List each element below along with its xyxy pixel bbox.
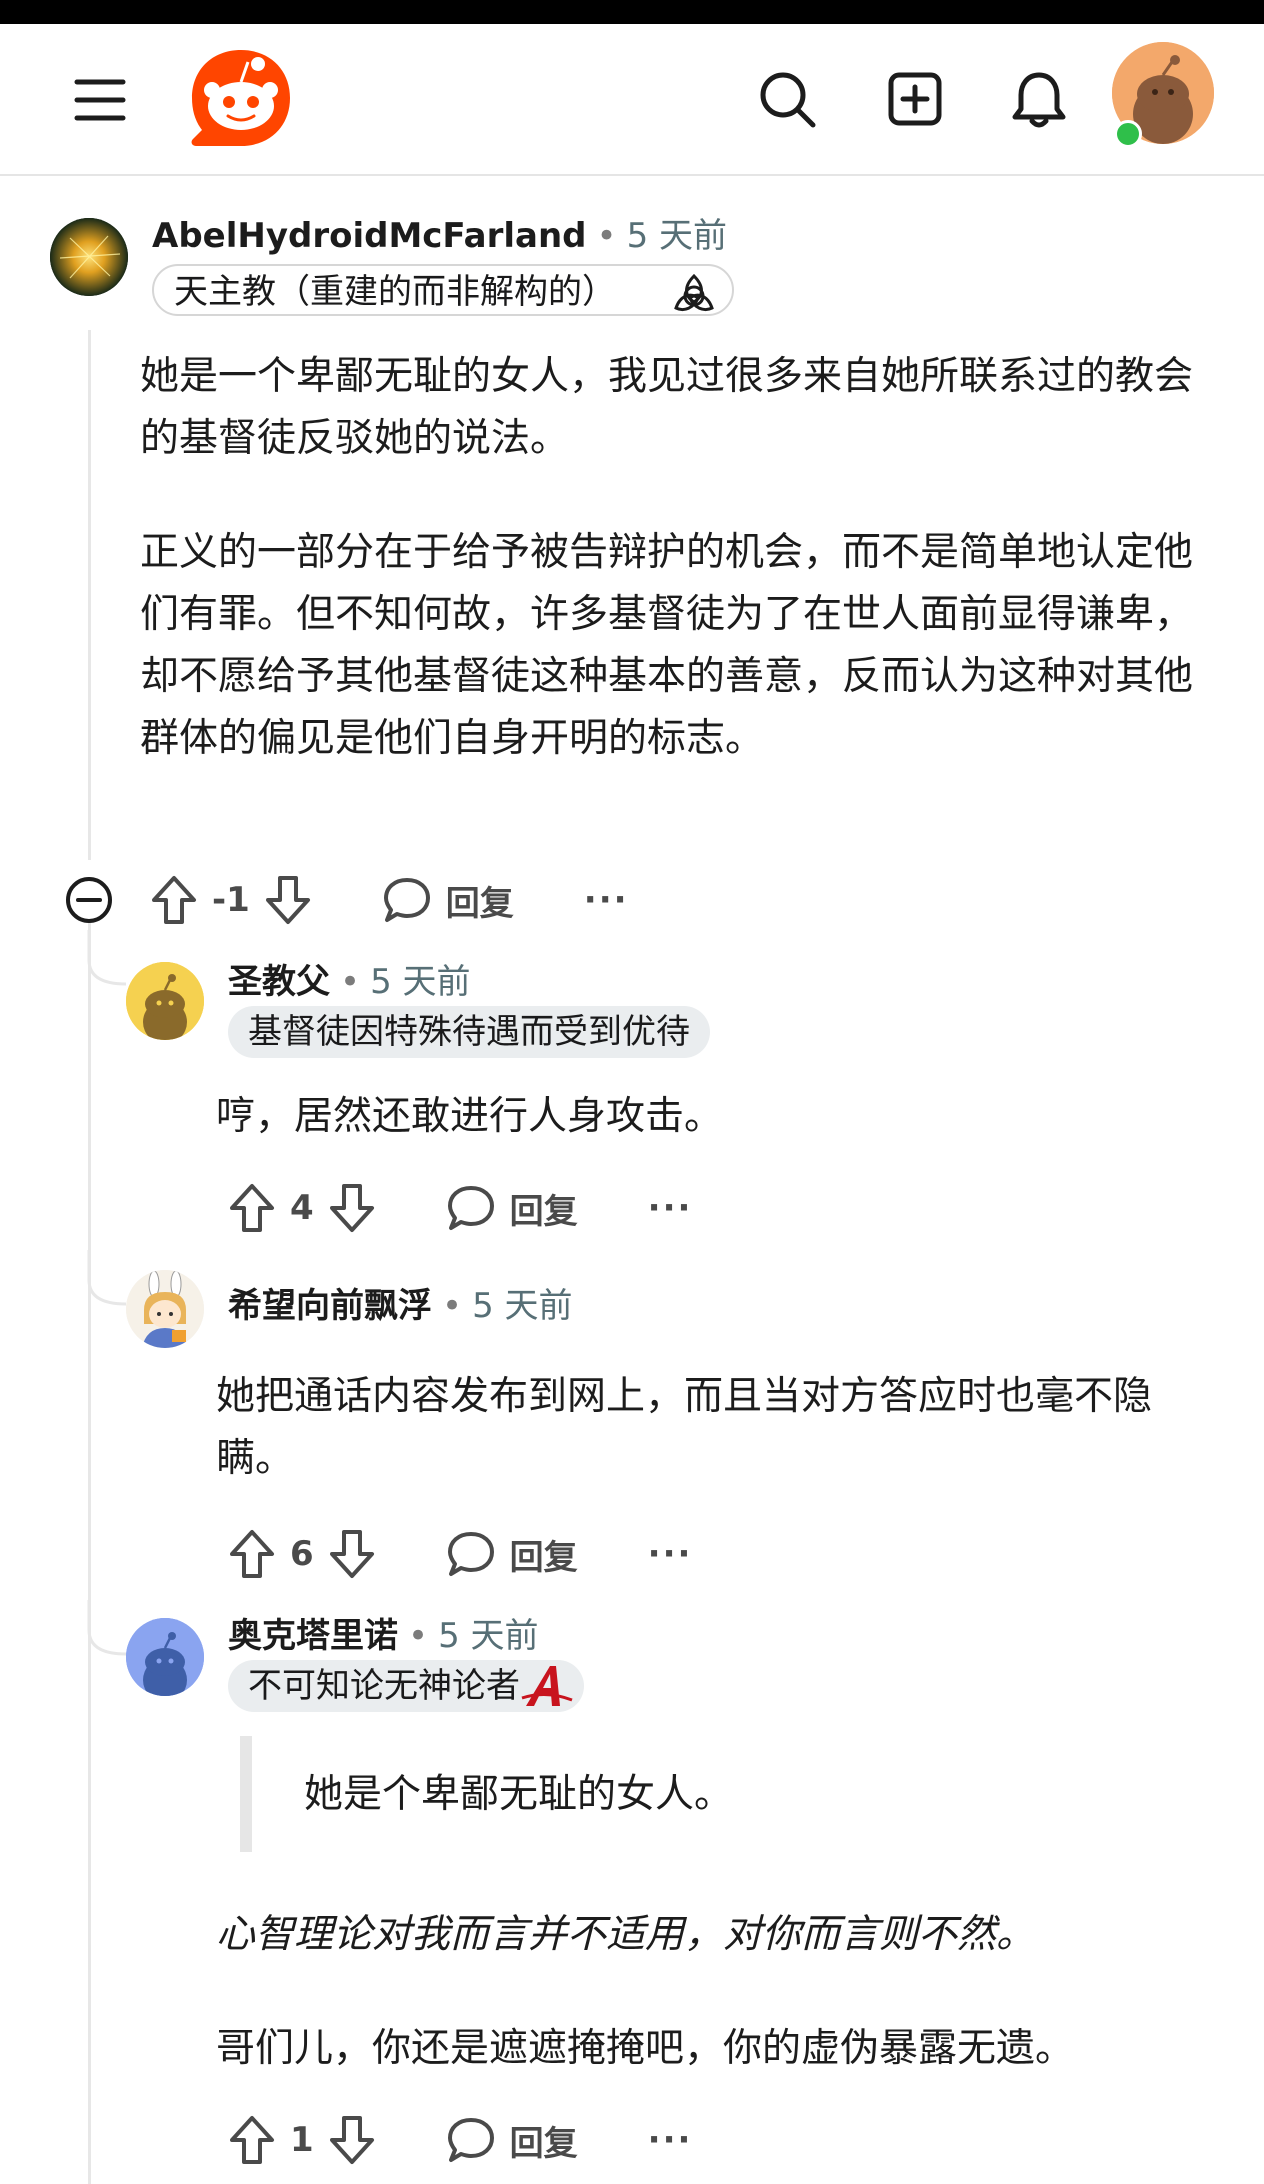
thread-line xyxy=(88,330,91,860)
more-options-button[interactable]: ··· xyxy=(648,1188,693,1228)
trinity-knot-icon xyxy=(674,273,714,312)
user-flair: 天主教（重建的而非解构的） xyxy=(152,264,734,316)
separator-dot: • xyxy=(596,216,617,256)
reply-label: 回复 xyxy=(509,1191,578,1232)
user-flair: 基督徒因特殊待遇而受到优待 xyxy=(228,1006,710,1058)
downvote-icon[interactable] xyxy=(328,1182,376,1234)
flair-text: 不可知论无神论者 xyxy=(248,1666,520,1706)
top-app-bar xyxy=(0,24,1264,176)
reply-button[interactable]: 回复 xyxy=(446,2116,578,2165)
comment-body: 她把通话内容发布到网上，而且当对方答应时也毫不隐瞒。 xyxy=(216,1374,1153,1481)
search-icon[interactable] xyxy=(752,64,822,134)
downvote-icon[interactable] xyxy=(328,2114,376,2166)
more-options-button[interactable]: ··· xyxy=(648,2120,693,2160)
upvote-icon[interactable] xyxy=(228,1528,276,1580)
more-options-button[interactable]: ··· xyxy=(648,1534,693,1574)
upvote-icon[interactable] xyxy=(150,874,198,926)
reply-button[interactable]: 回复 xyxy=(446,1184,578,1233)
comment-bubble-icon xyxy=(447,2118,494,2162)
reply-button[interactable]: 回复 xyxy=(382,876,514,925)
comment-body: 正义的一部分在于给予被告辩护的机会，而不是简单地认定他们有罪。但不知何故，许多基… xyxy=(140,530,1194,761)
timestamp: 5 天前 xyxy=(472,1286,573,1326)
comment-bubble-icon xyxy=(447,1186,494,1230)
flair-text: 基督徒因特殊待遇而受到优待 xyxy=(248,1012,690,1052)
avatar[interactable] xyxy=(126,1270,204,1348)
status-bar xyxy=(0,0,1264,24)
avatar[interactable] xyxy=(126,962,204,1040)
comment-meta: 希望向前飘浮 • 5 天前 xyxy=(228,1284,573,1328)
comment-meta: AbelHydroidMcFarland • 5 天前 xyxy=(152,214,727,258)
username[interactable]: 希望向前飘浮 xyxy=(228,1286,432,1326)
vote-score: 4 xyxy=(290,1188,314,1228)
reply-label: 回复 xyxy=(509,2123,578,2164)
comment-bubble-icon xyxy=(383,878,430,922)
notification-bell-icon[interactable] xyxy=(1004,64,1074,134)
thread-branch xyxy=(87,930,127,986)
vote-score: 6 xyxy=(290,1534,314,1574)
comment-actions: -1 回复 ··· xyxy=(64,870,629,930)
quoted-text: 她是个卑鄙无耻的女人。 xyxy=(304,1772,734,1817)
vote-score: 1 xyxy=(290,2120,314,2160)
comment-body: 哥们儿，你还是遮遮掩掩吧，你的虚伪暴露无遗。 xyxy=(216,2026,1075,2071)
comment-body: 她是一个卑鄙无耻的女人，我见过很多来自她所联系过的教会的基督徒反驳她的说法。 xyxy=(140,354,1194,461)
separator-dot: • xyxy=(340,962,361,1002)
comment-meta: 奥克塔里诺 • 5 天前 xyxy=(228,1614,539,1658)
avatar[interactable] xyxy=(50,218,128,296)
flair-text: 天主教（重建的而非解构的） xyxy=(174,272,616,312)
comment-actions: 1 回复 ··· xyxy=(228,2110,692,2170)
downvote-icon[interactable] xyxy=(328,1528,376,1580)
timestamp: 5 天前 xyxy=(626,216,728,256)
timestamp: 5 天前 xyxy=(370,962,471,1002)
downvote-icon[interactable] xyxy=(264,874,312,926)
comment-actions: 4 回复 ··· xyxy=(228,1178,692,1238)
comment-meta: 圣教父 • 5 天前 xyxy=(228,960,471,1004)
reddit-logo-icon[interactable] xyxy=(186,44,296,154)
comment-body-italic: 心智理论对我而言并不适用，对你而言则不然。 xyxy=(216,1912,1036,1957)
user-flair: 不可知论无神论者 xyxy=(228,1660,584,1712)
thread-line xyxy=(88,904,91,2184)
reply-label: 回复 xyxy=(509,1537,578,1578)
comment-actions: 6 回复 ··· xyxy=(228,1524,692,1584)
upvote-icon[interactable] xyxy=(228,1182,276,1234)
reply-button[interactable]: 回复 xyxy=(446,1530,578,1579)
hamburger-menu-icon[interactable] xyxy=(68,72,132,128)
collapse-thread-icon[interactable] xyxy=(64,875,114,925)
create-post-icon[interactable] xyxy=(880,64,950,134)
comment-body: 哼，居然还敢进行人身攻击。 xyxy=(216,1094,724,1139)
vote-score: -1 xyxy=(212,880,250,920)
separator-dot: • xyxy=(442,1286,463,1326)
username[interactable]: 奥克塔里诺 xyxy=(228,1616,398,1656)
online-status-dot xyxy=(1114,120,1142,148)
upvote-icon[interactable] xyxy=(228,2114,276,2166)
atheist-a-icon xyxy=(521,1666,573,1706)
username[interactable]: 圣教父 xyxy=(228,962,330,1002)
more-options-button[interactable]: ··· xyxy=(584,880,629,920)
comment-bubble-icon xyxy=(447,1532,494,1576)
avatar[interactable] xyxy=(126,1618,204,1696)
username[interactable]: AbelHydroidMcFarland xyxy=(152,216,587,256)
reply-label: 回复 xyxy=(445,883,514,924)
separator-dot: • xyxy=(408,1616,429,1656)
timestamp: 5 天前 xyxy=(438,1616,539,1656)
blockquote-bar xyxy=(240,1736,252,1852)
